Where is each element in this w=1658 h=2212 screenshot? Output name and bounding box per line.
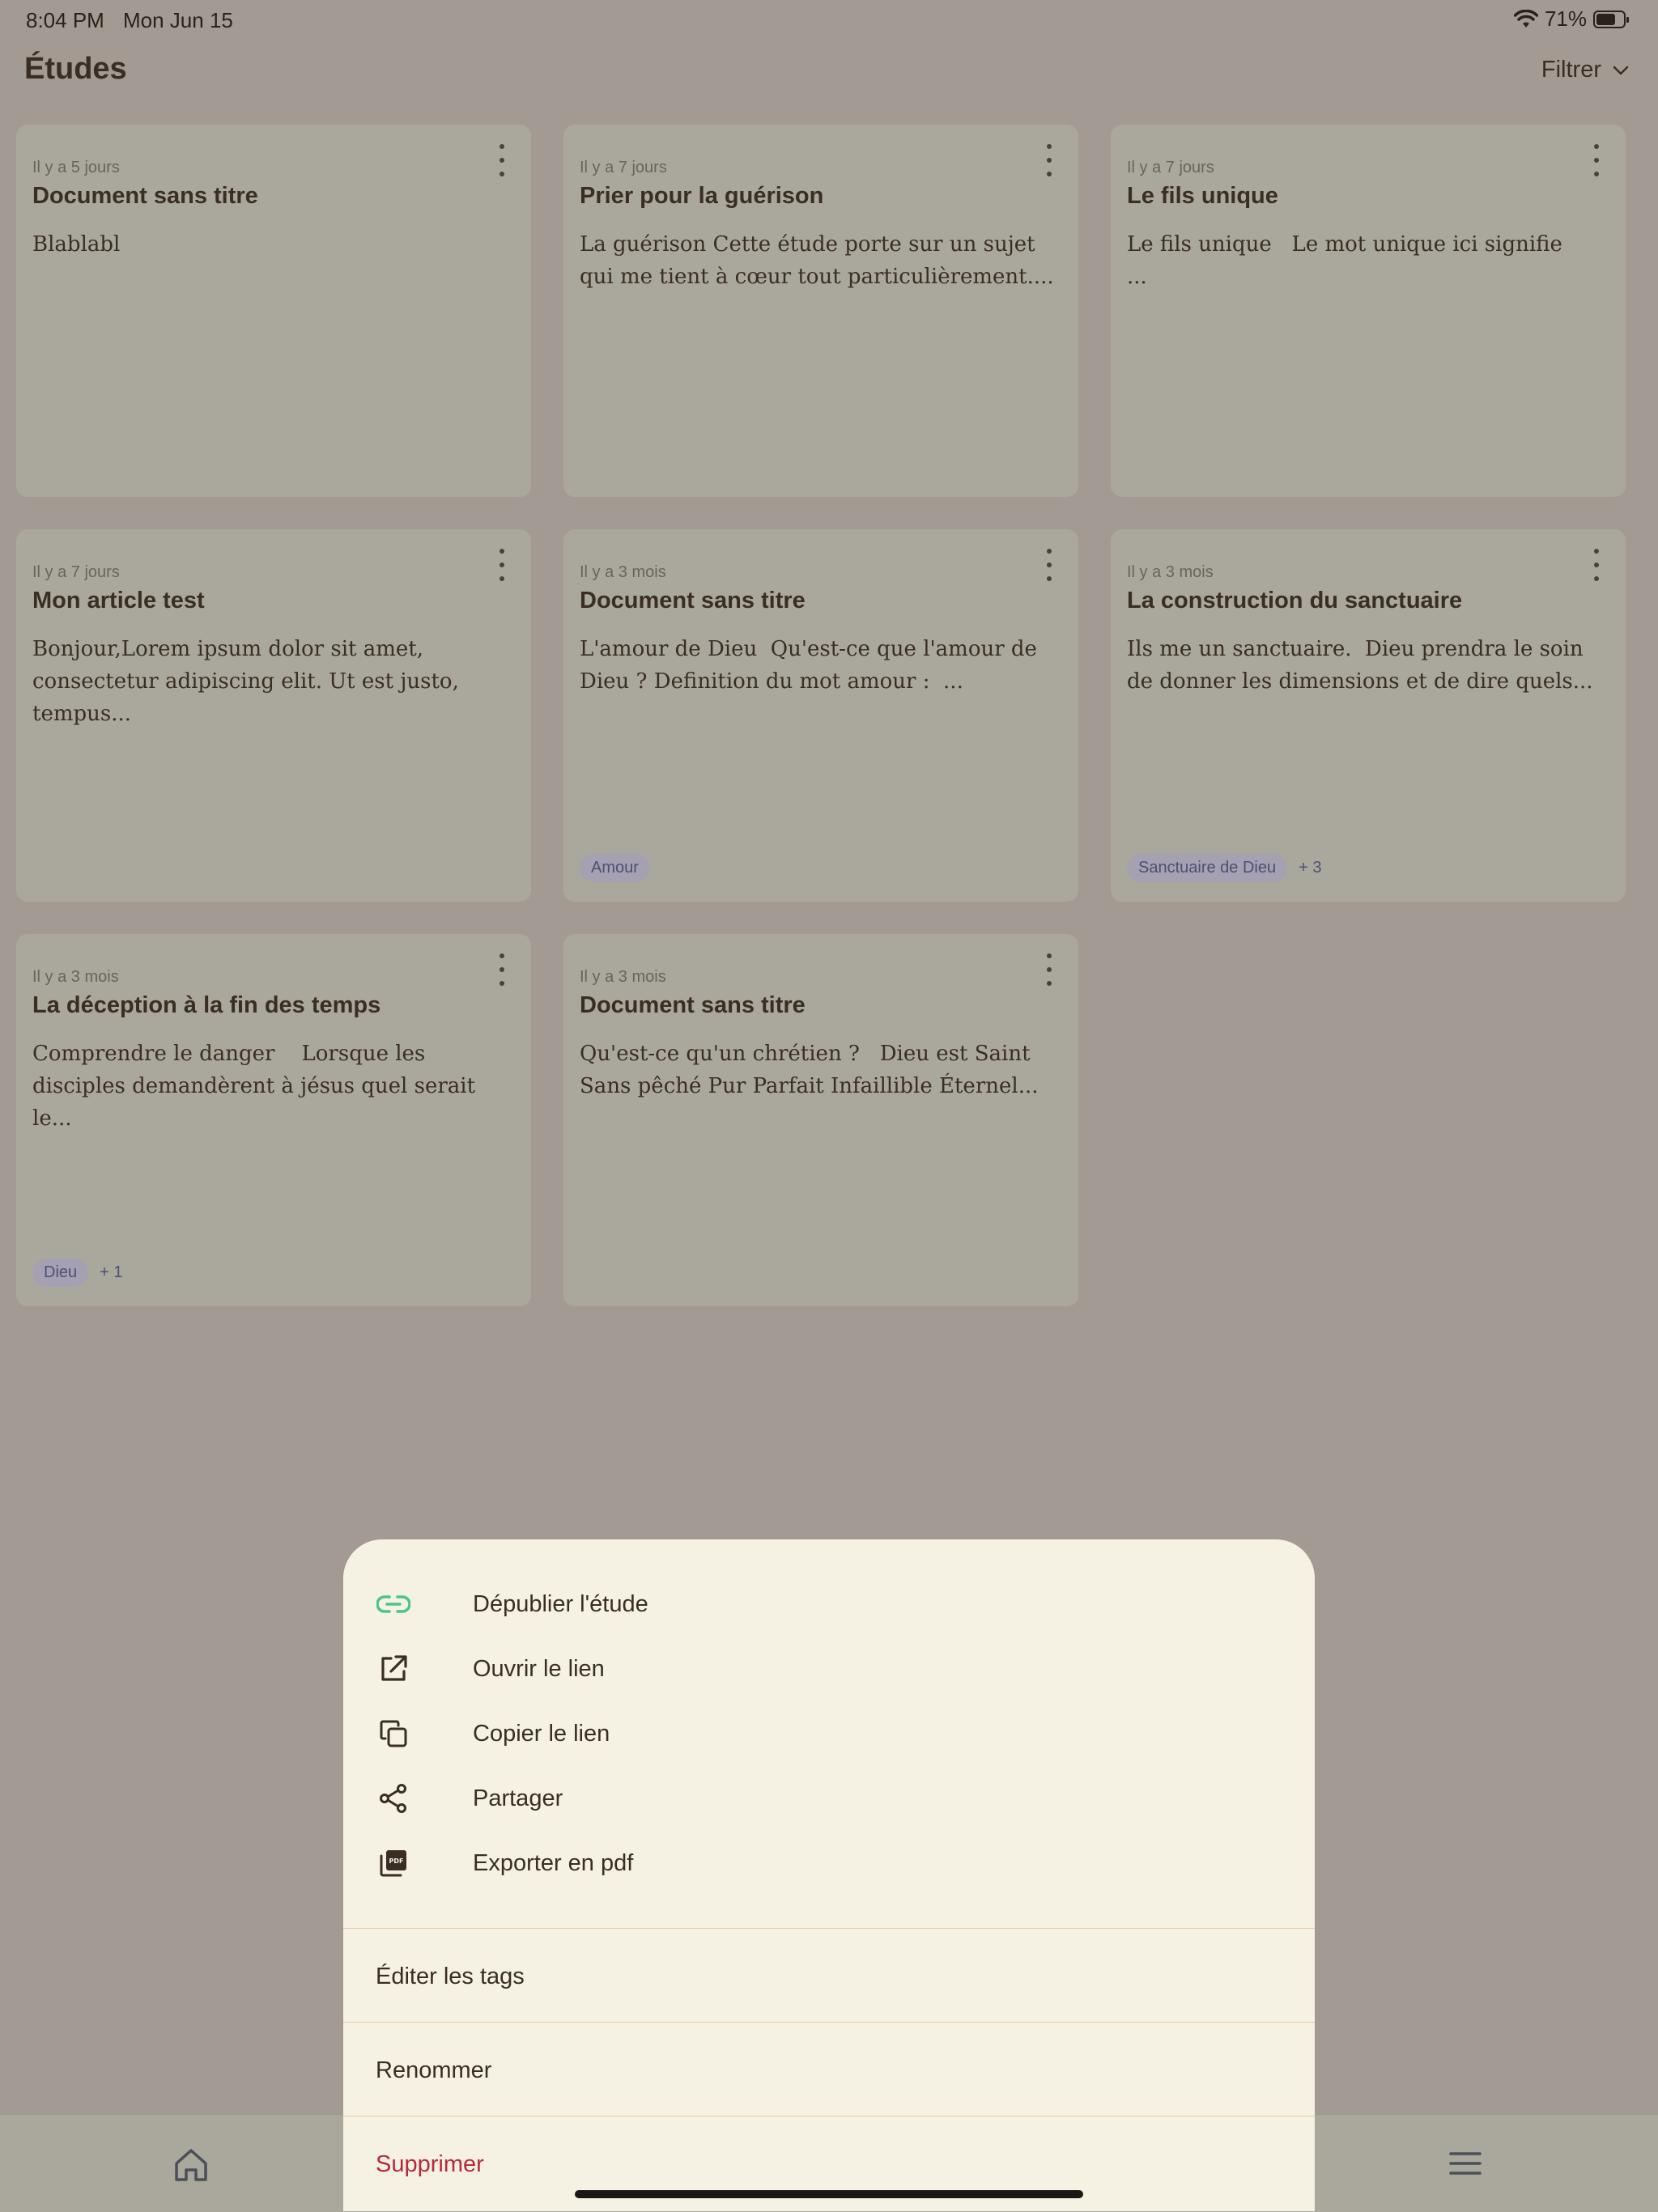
card-date: Il y a 7 jours bbox=[580, 159, 667, 176]
card-date: Il y a 5 jours bbox=[32, 159, 120, 176]
filter-button[interactable]: Filtrer bbox=[1541, 57, 1629, 83]
card-tags: Dieu + 1 bbox=[32, 1259, 123, 1287]
battery-fill bbox=[1596, 13, 1615, 25]
divider bbox=[343, 1928, 1315, 1929]
status-date: Mon Jun 15 bbox=[123, 8, 233, 32]
link-icon bbox=[376, 1586, 411, 1622]
card-date: Il y a 7 jours bbox=[1127, 159, 1214, 176]
tag-chip[interactable]: Sanctuaire de Dieu bbox=[1127, 854, 1288, 882]
study-card[interactable]: Il y a 3 mois Document sans titre L'amou… bbox=[563, 529, 1078, 902]
svg-text:PDF: PDF bbox=[389, 1857, 404, 1865]
study-card[interactable]: Il y a 3 mois La construction du sanctua… bbox=[1111, 529, 1626, 902]
tag-chip[interactable]: Amour bbox=[580, 854, 650, 882]
tag-more-count: + 1 bbox=[100, 1263, 123, 1281]
battery-icon bbox=[1593, 10, 1629, 28]
home-icon[interactable] bbox=[173, 2147, 209, 2183]
card-date: Il y a 3 mois bbox=[580, 968, 666, 986]
export-pdf-item[interactable]: PDF Exporter en pdf bbox=[376, 1839, 1282, 1887]
card-tags: Amour bbox=[580, 854, 650, 882]
status-indicators: 71% bbox=[1513, 6, 1629, 32]
card-date: Il y a 7 jours bbox=[32, 563, 120, 581]
card-title: Document sans titre bbox=[32, 183, 258, 209]
menu-label: Exporter en pdf bbox=[473, 1849, 634, 1876]
more-vertical-icon[interactable] bbox=[492, 549, 512, 581]
card-title: Document sans titre bbox=[580, 588, 806, 614]
card-title: La construction du sanctuaire bbox=[1127, 588, 1463, 614]
home-indicator bbox=[575, 2190, 1083, 2198]
unpublish-study-item[interactable]: Dépublier l'étude bbox=[376, 1580, 1282, 1628]
more-vertical-icon[interactable] bbox=[1039, 549, 1059, 581]
card-excerpt: Le fils unique Le mot unique ici signifi… bbox=[1127, 232, 1596, 289]
battery-percent: 71% bbox=[1544, 6, 1587, 31]
share-icon bbox=[376, 1781, 411, 1816]
status-time: 8:04 PM bbox=[26, 8, 104, 32]
more-vertical-icon[interactable] bbox=[1587, 549, 1606, 581]
card-title: Le fils unique bbox=[1127, 183, 1278, 209]
menu-label: Partager bbox=[473, 1785, 563, 1811]
share-item[interactable]: Partager bbox=[376, 1774, 1282, 1823]
external-link-icon bbox=[376, 1651, 411, 1687]
card-title: Prier pour la guérison bbox=[580, 183, 824, 209]
study-card[interactable]: Il y a 7 jours Mon article test Bonjour,… bbox=[16, 529, 531, 902]
divider bbox=[343, 2022, 1315, 2023]
card-excerpt: L'amour de Dieu Qu'est-ce que l'amour de… bbox=[580, 637, 1044, 694]
study-card[interactable]: Il y a 3 mois Document sans titre Qu'est… bbox=[563, 934, 1078, 1306]
menu-label: Ouvrir le lien bbox=[473, 1655, 605, 1682]
card-date: Il y a 3 mois bbox=[580, 563, 666, 581]
hamburger-menu-icon[interactable] bbox=[1449, 2149, 1482, 2178]
chevron-down-icon bbox=[1613, 66, 1629, 74]
edit-tags-item[interactable]: Éditer les tags bbox=[376, 1964, 525, 1990]
more-vertical-icon[interactable] bbox=[1587, 144, 1606, 176]
tag-chip[interactable]: Dieu bbox=[32, 1259, 89, 1287]
action-sheet: Dépublier l'étude Ouvrir le lien Copier … bbox=[343, 1539, 1315, 2211]
more-vertical-icon[interactable] bbox=[1039, 953, 1059, 986]
card-date: Il y a 3 mois bbox=[1127, 563, 1214, 581]
card-title: Mon article test bbox=[32, 588, 205, 614]
card-date: Il y a 3 mois bbox=[32, 968, 119, 986]
rename-item[interactable]: Renommer bbox=[376, 2057, 491, 2084]
card-excerpt: La guérison Cette étude porte sur un suj… bbox=[580, 232, 1054, 289]
study-card[interactable]: Il y a 3 mois La déception à la fin des … bbox=[16, 934, 531, 1306]
study-card[interactable]: Il y a 7 jours Prier pour la guérison La… bbox=[563, 125, 1078, 497]
more-vertical-icon[interactable] bbox=[492, 953, 512, 986]
pdf-icon: PDF bbox=[376, 1845, 411, 1881]
menu-label: Copier le lien bbox=[473, 1720, 610, 1747]
card-excerpt: Ils me un sanctuaire. Dieu prendra le so… bbox=[1127, 637, 1593, 694]
card-title: Document sans titre bbox=[580, 992, 806, 1018]
study-card[interactable]: Il y a 7 jours Le fils unique Le fils un… bbox=[1111, 125, 1626, 497]
more-vertical-icon[interactable] bbox=[492, 144, 512, 176]
open-link-item[interactable]: Ouvrir le lien bbox=[376, 1645, 1282, 1693]
delete-item[interactable]: Supprimer bbox=[376, 2151, 484, 2178]
page-title: Études bbox=[24, 52, 127, 86]
card-tags: Sanctuaire de Dieu + 3 bbox=[1127, 854, 1321, 882]
wifi-icon bbox=[1513, 9, 1538, 28]
tag-more-count: + 3 bbox=[1299, 859, 1322, 877]
status-bar: 8:04 PM Mon Jun 15 71% bbox=[0, 0, 1658, 39]
menu-label: Dépublier l'étude bbox=[473, 1590, 648, 1617]
card-excerpt: Comprendre le danger Lorsque les discipl… bbox=[32, 1042, 483, 1131]
card-title: La déception à la fin des temps bbox=[32, 992, 381, 1018]
card-excerpt: Bonjour,Lorem ipsum dolor sit amet, cons… bbox=[32, 637, 466, 726]
filter-label: Filtrer bbox=[1541, 57, 1601, 83]
study-card[interactable]: Il y a 5 jours Document sans titre Blabl… bbox=[16, 125, 531, 497]
more-vertical-icon[interactable] bbox=[1039, 144, 1059, 176]
study-card-grid: Il y a 5 jours Document sans titre Blabl… bbox=[16, 125, 1645, 1306]
card-excerpt: Blablabl bbox=[32, 232, 121, 257]
card-excerpt: Qu'est-ce qu'un chrétien ? Dieu est Sain… bbox=[580, 1042, 1039, 1098]
copy-link-item[interactable]: Copier le lien bbox=[376, 1709, 1282, 1758]
copy-icon bbox=[376, 1716, 411, 1751]
